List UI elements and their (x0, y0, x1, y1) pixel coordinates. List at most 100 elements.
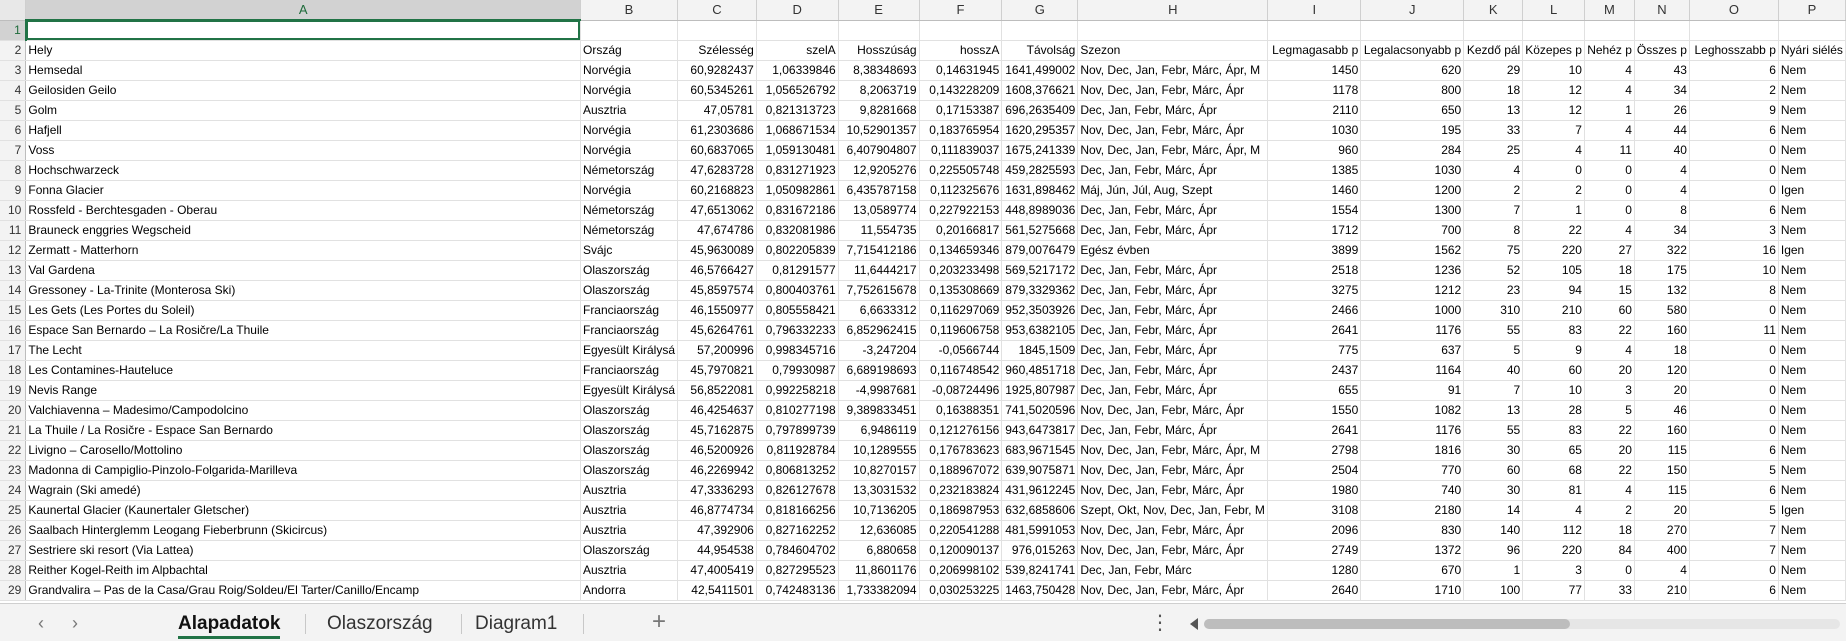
cell[interactable] (1778, 20, 1846, 41)
cell[interactable]: 11,554735 (838, 220, 920, 241)
cell[interactable]: 6,407904807 (838, 140, 920, 161)
row-header[interactable]: 10 (0, 200, 27, 221)
cell[interactable]: Legmagasabb p (1267, 40, 1362, 61)
cell[interactable]: 1631,898462 (1001, 180, 1079, 201)
cell[interactable]: 2437 (1267, 360, 1362, 381)
cell[interactable]: 6 (1689, 200, 1779, 221)
row-header[interactable]: 7 (0, 140, 27, 161)
cell[interactable]: 0,120090137 (919, 540, 1003, 561)
cell[interactable]: Zermatt - Matterhorn (25, 240, 581, 261)
cell[interactable]: 46,5766427 (677, 260, 757, 281)
cell[interactable]: 40 (1634, 140, 1690, 161)
cell[interactable]: 55 (1463, 320, 1524, 341)
cell[interactable]: 1300 (1360, 200, 1465, 221)
cell[interactable]: 30 (1463, 480, 1524, 501)
cell[interactable]: 12 (1522, 100, 1585, 121)
cell[interactable]: 700 (1360, 220, 1465, 241)
cell[interactable]: 960,4851718 (1001, 360, 1079, 381)
cell[interactable]: Andorra (580, 580, 679, 601)
cell[interactable]: 0,796332233 (756, 320, 839, 341)
cell[interactable]: 655 (1267, 380, 1362, 401)
cell[interactable]: 120 (1634, 360, 1690, 381)
cell[interactable] (1001, 20, 1079, 41)
row-header[interactable]: 17 (0, 340, 27, 361)
cell[interactable]: 11 (1689, 320, 1779, 341)
cell[interactable]: 0,797899739 (756, 420, 839, 441)
cell[interactable]: 1212 (1360, 280, 1465, 301)
cell[interactable]: 13,0589774 (838, 200, 920, 221)
cell[interactable]: 210 (1634, 580, 1690, 601)
cell[interactable]: Nem (1778, 400, 1846, 421)
cell[interactable]: 96 (1463, 540, 1524, 561)
row-header[interactable]: 28 (0, 560, 27, 581)
cell[interactable]: 0,225505748 (919, 160, 1003, 181)
cell[interactable]: Nem (1778, 420, 1846, 441)
cell[interactable]: 23 (1463, 280, 1524, 301)
cell[interactable]: Nem (1778, 120, 1846, 141)
cell[interactable]: 60 (1522, 360, 1585, 381)
cell[interactable]: 2110 (1267, 100, 1362, 121)
cell[interactable]: Nov, Dec, Jan, Febr, Márc, Ápr, M (1077, 140, 1269, 161)
row-header[interactable]: 4 (0, 80, 27, 101)
cell[interactable]: Nevis Range (25, 380, 581, 401)
cell[interactable]: 105 (1522, 260, 1585, 281)
cell[interactable]: 4 (1634, 160, 1690, 181)
row-header[interactable]: 21 (0, 420, 27, 441)
cell[interactable]: Nov, Dec, Jan, Febr, Márc, Ápr (1077, 480, 1269, 501)
cell[interactable]: Igen (1778, 500, 1846, 521)
cell[interactable] (677, 20, 757, 41)
cell[interactable]: 47,05781 (677, 100, 757, 121)
cell[interactable]: 4 (1584, 340, 1635, 361)
cell[interactable]: 10,8270157 (838, 460, 920, 481)
cell[interactable]: Saalbach Hinterglemm Leogang Fieberbrunn… (25, 520, 581, 541)
cell[interactable]: 3108 (1267, 500, 1362, 521)
row-header[interactable]: 16 (0, 320, 27, 341)
column-header[interactable]: D (756, 0, 839, 21)
cell[interactable]: 47,6283728 (677, 160, 757, 181)
cell[interactable]: Olaszország (580, 280, 679, 301)
column-header[interactable]: B (580, 0, 679, 21)
cell[interactable]: 7 (1522, 120, 1585, 141)
cell[interactable]: 112 (1522, 520, 1585, 541)
cell[interactable]: 6,689198693 (838, 360, 920, 381)
cell[interactable]: Nem (1778, 60, 1846, 81)
cell[interactable]: 270 (1634, 520, 1690, 541)
cell[interactable]: 65 (1522, 440, 1585, 461)
cell[interactable]: 9,8281668 (838, 100, 920, 121)
cell[interactable]: 448,8989036 (1001, 200, 1079, 221)
cell[interactable]: Ausztria (580, 560, 679, 581)
cell[interactable]: 115 (1634, 480, 1690, 501)
cell[interactable]: 459,2825593 (1001, 160, 1079, 181)
cell[interactable]: Szezon (1077, 40, 1269, 61)
cell[interactable]: Madonna di Campiglio-Pinzolo-Folgarida-M… (25, 460, 581, 481)
cell[interactable]: 150 (1634, 460, 1690, 481)
cell[interactable]: 18 (1634, 340, 1690, 361)
cell[interactable]: 46,2269942 (677, 460, 757, 481)
cell[interactable]: 83 (1522, 420, 1585, 441)
row-header[interactable]: 13 (0, 260, 27, 281)
cell[interactable]: Franciaország (580, 320, 679, 341)
cell[interactable]: 7 (1463, 200, 1524, 221)
cell[interactable]: Dec, Jan, Febr, Márc, Ápr (1077, 280, 1269, 301)
cell[interactable]: 44 (1634, 120, 1690, 141)
cell[interactable]: Nem (1778, 200, 1846, 221)
cell[interactable]: 0,14631945 (919, 60, 1003, 81)
cell[interactable]: 0,116297069 (919, 300, 1003, 321)
cell[interactable]: 1925,807987 (1001, 380, 1079, 401)
cell[interactable]: 1712 (1267, 220, 1362, 241)
cell[interactable]: 10,1289555 (838, 440, 920, 461)
row-header[interactable]: 18 (0, 360, 27, 381)
cell[interactable]: 29 (1463, 60, 1524, 81)
cell[interactable]: 5 (1584, 400, 1635, 421)
column-header[interactable]: A (25, 0, 581, 21)
cell[interactable]: 0,183765954 (919, 120, 1003, 141)
cell[interactable]: Hemsedal (25, 60, 581, 81)
cell[interactable]: Geilosiden Geilo (25, 80, 581, 101)
cell[interactable]: 20 (1634, 500, 1690, 521)
cell[interactable]: 696,2635409 (1001, 100, 1079, 121)
cell[interactable]: Ausztria (580, 500, 679, 521)
cell[interactable]: Nem (1778, 160, 1846, 181)
cell[interactable]: Ausztria (580, 100, 679, 121)
cell[interactable]: Nov, Dec, Jan, Febr, Márc, Ápr (1077, 80, 1269, 101)
row-header[interactable]: 25 (0, 500, 27, 521)
